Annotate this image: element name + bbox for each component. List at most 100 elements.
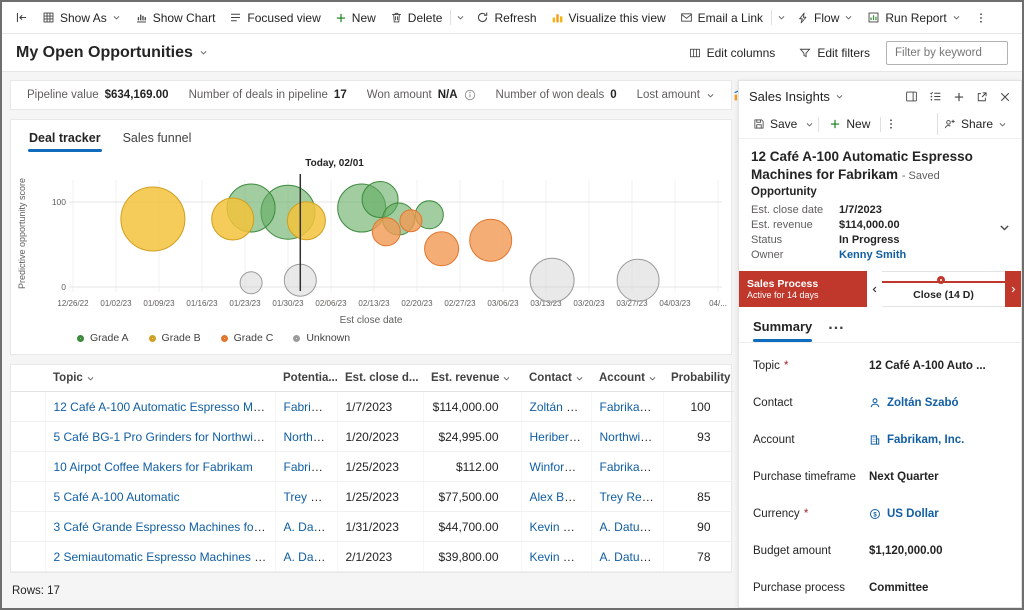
cell-topic[interactable]: 5 Café BG-1 Pro Grinders for Northwind T… <box>45 422 275 452</box>
legend-grade-c[interactable]: Grade C <box>221 332 274 344</box>
tab-sales-funnel[interactable]: Sales funnel <box>113 123 202 152</box>
tab-summary[interactable]: Summary <box>753 319 812 342</box>
cmd-new[interactable]: New <box>328 7 383 29</box>
cell-contact[interactable]: Kevin Ma... <box>521 542 591 572</box>
field-value[interactable]: Next Quarter <box>869 471 939 483</box>
deal-bubble[interactable] <box>425 232 459 266</box>
header-expand-chevron-icon[interactable] <box>998 221 1011 239</box>
row-checkbox-cell[interactable] <box>11 452 45 482</box>
deal-bubble[interactable] <box>212 198 254 240</box>
save-button[interactable]: Save <box>747 113 803 135</box>
field-value[interactable]: $1,120,000.00 <box>869 545 943 557</box>
save-dropdown-chevron-icon[interactable] <box>805 120 814 129</box>
panel-selector-chevron-icon[interactable] <box>835 92 844 101</box>
cell-account[interactable]: Northwin... <box>591 422 663 452</box>
new-record-button[interactable]: New <box>823 113 876 135</box>
legend-unknown[interactable]: Unknown <box>293 332 350 344</box>
panel-selector-label[interactable]: Sales Insights <box>749 89 830 104</box>
legend-grade-b[interactable]: Grade B <box>149 332 201 344</box>
sidepane-icon[interactable] <box>905 90 918 103</box>
table-row[interactable]: 2 Semiautomatic Espresso Machines for A.… <box>11 542 733 572</box>
edit-columns-button[interactable]: Edit columns <box>681 42 784 64</box>
table-row[interactable]: 5 Café A-100 AutomaticTrey Rese...1/25/2… <box>11 482 733 512</box>
cell-contact[interactable]: Kevin Ma... <box>521 512 591 542</box>
cell-contact[interactable]: Winford ... <box>521 452 591 482</box>
cmd-run-report[interactable]: Run Report <box>860 7 967 29</box>
cell-contact[interactable]: Zoltán Sz... <box>521 392 591 422</box>
select-all-column[interactable] <box>11 365 45 392</box>
field-value[interactable]: Fabrikam, Inc. <box>869 434 964 446</box>
cell-account[interactable]: A. Datum... <box>591 542 663 572</box>
table-row[interactable]: 3 Café Grande Espresso Machines for A. D… <box>11 512 733 542</box>
tab-deal-tracker[interactable]: Deal tracker <box>19 123 111 152</box>
cell-account[interactable]: A. Datum... <box>591 512 663 542</box>
cell-contact[interactable]: Heriberto... <box>521 422 591 452</box>
header-field-value[interactable]: Kenny Smith <box>839 249 983 261</box>
cell-potential[interactable]: Fabrikam,... <box>275 452 337 482</box>
cmd-show-as[interactable]: Show As <box>35 7 128 29</box>
cmd-refresh[interactable]: Refresh <box>469 7 543 29</box>
column-menu-chevron-icon[interactable] <box>86 374 95 383</box>
col-header-account[interactable]: Account <box>591 365 663 392</box>
popout-icon[interactable] <box>976 91 988 103</box>
table-row[interactable]: 5 Café BG-1 Pro Grinders for Northwind T… <box>11 422 733 452</box>
cell-topic[interactable]: 5 Café A-100 Automatic <box>45 482 275 512</box>
col-header-probability[interactable]: Probability <box>663 365 733 392</box>
cmd-flow[interactable]: Flow <box>790 7 860 29</box>
row-checkbox-cell[interactable] <box>11 422 45 452</box>
row-checkbox-cell[interactable] <box>11 542 45 572</box>
cmd-delete[interactable]: Delete <box>383 7 450 29</box>
col-header-potentia-[interactable]: Potentia...* <box>275 365 337 392</box>
deal-bubble[interactable] <box>470 219 512 261</box>
cell-potential[interactable]: A. Datum... <box>275 512 337 542</box>
cell-account[interactable]: Fabrikam,... <box>591 452 663 482</box>
deal-bubble[interactable] <box>617 259 659 301</box>
cell-account[interactable]: Fabrikam,... <box>591 392 663 422</box>
row-checkbox-cell[interactable] <box>11 512 45 542</box>
bpf-chevron-right-icon[interactable] <box>1005 271 1021 307</box>
cell-potential[interactable]: A. Datum... <box>275 542 337 572</box>
view-selector-chevron-icon[interactable] <box>199 48 208 57</box>
deal-bubble[interactable] <box>240 272 262 294</box>
add-pane-icon[interactable] <box>953 91 965 103</box>
column-menu-chevron-icon[interactable] <box>502 374 511 383</box>
cmd-more[interactable] <box>968 8 994 28</box>
deal-bubble[interactable] <box>121 187 185 251</box>
legend-grade-a[interactable]: Grade A <box>77 332 129 344</box>
table-row[interactable]: 12 Café A-100 Automatic Espresso Machi..… <box>11 392 733 422</box>
field-value[interactable]: 12 Café A-100 Auto ... <box>869 360 986 372</box>
cell-topic[interactable]: 3 Café Grande Espresso Machines for A. D… <box>45 512 275 542</box>
field-value[interactable]: Zoltán Szabó <box>869 397 959 409</box>
edit-filters-button[interactable]: Edit filters <box>791 42 878 64</box>
bpf-next-stage[interactable]: Close (14 D) <box>882 271 1005 307</box>
column-menu-chevron-icon[interactable] <box>575 374 584 383</box>
deal-bubble[interactable] <box>372 218 400 246</box>
share-button[interactable]: Share <box>937 113 1013 135</box>
filter-keyword-input[interactable] <box>886 41 1008 65</box>
column-menu-chevron-icon[interactable] <box>648 374 657 383</box>
field-value[interactable]: Committee <box>869 582 928 594</box>
cmd-show-chart[interactable]: Show Chart <box>128 7 223 29</box>
cmd-email-link-dropdown[interactable] <box>773 9 790 26</box>
cmd-email-link[interactable]: Email a Link <box>673 7 770 29</box>
cell-potential[interactable]: Fabrikam,... <box>275 392 337 422</box>
bubble-chart[interactable]: 12/26/2201/02/2301/09/2301/16/2301/23/23… <box>29 152 729 314</box>
toolbar-more-icon[interactable] <box>885 118 897 130</box>
cell-potential[interactable]: Trey Rese... <box>275 482 337 512</box>
cmd-delete-dropdown[interactable] <box>452 9 469 26</box>
info-icon[interactable] <box>464 89 476 101</box>
cell-account[interactable]: Trey Rese... <box>591 482 663 512</box>
deal-bubble[interactable] <box>287 202 325 240</box>
col-header-topic[interactable]: Topic <box>45 365 275 392</box>
field-value[interactable]: $US Dollar <box>869 508 939 520</box>
cmd-focused-view[interactable]: Focused view <box>222 7 327 29</box>
row-checkbox-cell[interactable] <box>11 482 45 512</box>
tabs-more[interactable]: ... <box>828 316 844 342</box>
cmd-collapse[interactable] <box>8 7 35 28</box>
col-header-contact[interactable]: Contact <box>521 365 591 392</box>
deal-bubble[interactable] <box>400 210 422 232</box>
checklist-icon[interactable] <box>929 90 942 103</box>
close-panel-icon[interactable] <box>999 91 1011 103</box>
cmd-visualize[interactable]: Visualize this view <box>544 7 673 29</box>
cell-potential[interactable]: Northwin... <box>275 422 337 452</box>
